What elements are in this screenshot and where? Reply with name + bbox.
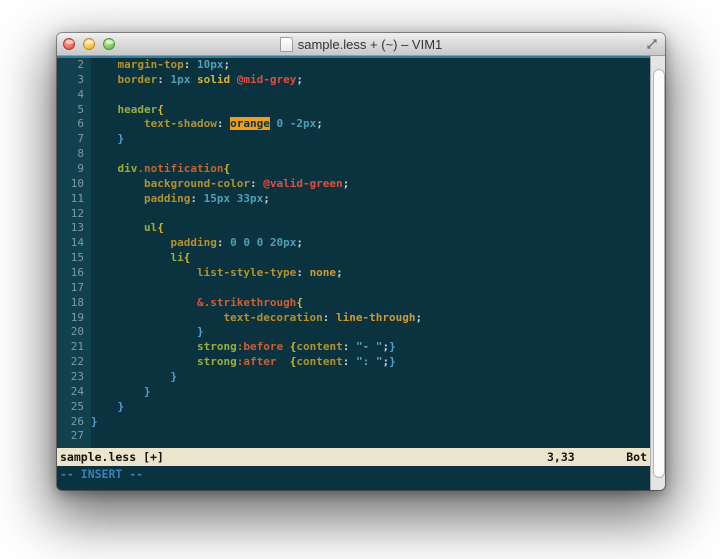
code-text: background-color: @valid-green; [91, 177, 650, 192]
line-number: 23 [57, 370, 91, 385]
code-text: text-shadow: orange 0 -2px; [91, 117, 650, 132]
code-line[interactable]: 14 padding: 0 0 0 20px; [57, 236, 650, 251]
title-bar[interactable]: sample.less + (~) – VIM1 [57, 33, 665, 56]
code-text: header{ [91, 103, 650, 118]
code-text: border: 1px solid @mid-grey; [91, 73, 650, 88]
code-line[interactable]: 9 div.notification{ [57, 162, 650, 177]
status-bar: sample.less [+] 3,33 Bot [57, 448, 650, 466]
fullscreen-icon[interactable] [646, 38, 658, 50]
code-text [91, 281, 650, 296]
line-number: 11 [57, 192, 91, 207]
code-text: } [91, 370, 650, 385]
code-lines[interactable]: 2 margin-top: 10px;3 border: 1px solid @… [57, 58, 650, 448]
code-text: } [91, 385, 650, 400]
minimize-button[interactable] [83, 38, 95, 50]
insert-mode-indicator: -- INSERT -- [60, 467, 143, 481]
line-number: 15 [57, 251, 91, 266]
code-text: padding: 0 0 0 20px; [91, 236, 650, 251]
code-line[interactable]: 15 li{ [57, 251, 650, 266]
code-line[interactable]: 27 [57, 429, 650, 444]
code-line[interactable]: 10 background-color: @valid-green; [57, 177, 650, 192]
code-line[interactable]: 24 } [57, 385, 650, 400]
code-text [91, 88, 650, 103]
line-number: 24 [57, 385, 91, 400]
code-text: strong:before {content: "- ";} [91, 340, 650, 355]
code-line[interactable]: 11 padding: 15px 33px; [57, 192, 650, 207]
code-text: list-style-type: none; [91, 266, 650, 281]
line-number: 12 [57, 207, 91, 222]
editor-area: 2 margin-top: 10px;3 border: 1px solid @… [57, 56, 665, 490]
code-text: ul{ [91, 221, 650, 236]
code-text: } [91, 400, 650, 415]
status-ruler: 3,33 [547, 448, 575, 466]
code-line[interactable]: 8 [57, 147, 650, 162]
code-line[interactable]: 17 [57, 281, 650, 296]
code-line[interactable]: 22 strong:after {content: ": ";} [57, 355, 650, 370]
code-line[interactable]: 25 } [57, 400, 650, 415]
vim-window: sample.less + (~) – VIM1 2 margin-top: 1… [57, 33, 665, 490]
line-number: 17 [57, 281, 91, 296]
line-number: 9 [57, 162, 91, 177]
line-number: 19 [57, 311, 91, 326]
line-number: 27 [57, 429, 91, 444]
line-number: 16 [57, 266, 91, 281]
code-line[interactable]: 2 margin-top: 10px; [57, 58, 650, 73]
code-text: } [91, 132, 650, 147]
code-line[interactable]: 5 header{ [57, 103, 650, 118]
code-text: padding: 15px 33px; [91, 192, 650, 207]
line-number: 5 [57, 103, 91, 118]
line-number: 6 [57, 117, 91, 132]
line-number: 2 [57, 58, 91, 73]
code-text: strong:after {content: ": ";} [91, 355, 650, 370]
code-text: } [91, 415, 650, 430]
code-text [91, 429, 650, 444]
scrollbar[interactable] [650, 56, 665, 490]
line-number: 8 [57, 147, 91, 162]
code-line[interactable]: 12 [57, 207, 650, 222]
close-button[interactable] [63, 38, 75, 50]
code-line[interactable]: 16 list-style-type: none; [57, 266, 650, 281]
title-group: sample.less + (~) – VIM1 [280, 37, 443, 52]
line-number: 22 [57, 355, 91, 370]
code-text: div.notification{ [91, 162, 650, 177]
line-number: 25 [57, 400, 91, 415]
code-line[interactable]: 6 text-shadow: orange 0 -2px; [57, 117, 650, 132]
code-text: } [91, 325, 650, 340]
line-number: 26 [57, 415, 91, 430]
status-position: Bot [626, 448, 647, 466]
code-text [91, 207, 650, 222]
document-icon [280, 37, 293, 52]
code-line[interactable]: 19 text-decoration: line-through; [57, 311, 650, 326]
line-number: 10 [57, 177, 91, 192]
code-line[interactable]: 26} [57, 415, 650, 430]
scrollbar-thumb[interactable] [653, 69, 665, 478]
code-line[interactable]: 20 } [57, 325, 650, 340]
line-number: 20 [57, 325, 91, 340]
line-number: 21 [57, 340, 91, 355]
code-line[interactable]: 13 ul{ [57, 221, 650, 236]
code-line[interactable]: 23 } [57, 370, 650, 385]
code-text: &.strikethrough{ [91, 296, 650, 311]
code-text: margin-top: 10px; [91, 58, 650, 73]
command-line: -- INSERT -- [57, 466, 650, 490]
window-title: sample.less + (~) – VIM1 [298, 37, 443, 52]
line-number: 4 [57, 88, 91, 103]
code-text: text-decoration: line-through; [91, 311, 650, 326]
status-filename: sample.less [+] [60, 448, 164, 466]
line-number: 14 [57, 236, 91, 251]
code-text: li{ [91, 251, 650, 266]
window-controls [63, 33, 115, 55]
code-line[interactable]: 18 &.strikethrough{ [57, 296, 650, 311]
code-line[interactable]: 4 [57, 88, 650, 103]
code-line[interactable]: 7 } [57, 132, 650, 147]
zoom-button[interactable] [103, 38, 115, 50]
code-line[interactable]: 3 border: 1px solid @mid-grey; [57, 73, 650, 88]
line-number: 3 [57, 73, 91, 88]
code-text [91, 147, 650, 162]
line-number: 18 [57, 296, 91, 311]
desktop: sample.less + (~) – VIM1 2 margin-top: 1… [0, 0, 720, 559]
code-line[interactable]: 21 strong:before {content: "- ";} [57, 340, 650, 355]
line-number: 7 [57, 132, 91, 147]
line-number: 13 [57, 221, 91, 236]
